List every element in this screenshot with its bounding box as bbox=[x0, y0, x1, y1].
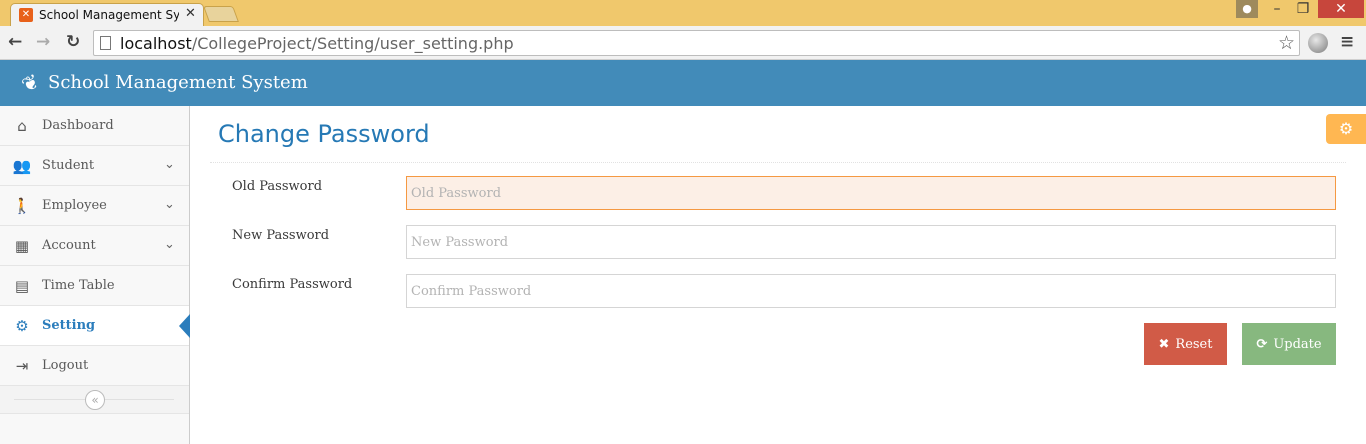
sidebar-item-label: Account bbox=[42, 238, 96, 253]
reset-button-label: Reset bbox=[1175, 336, 1213, 352]
new-password-input[interactable] bbox=[406, 225, 1336, 259]
chevron-down-icon: ⌄ bbox=[164, 157, 175, 172]
sidebar-item-label: Setting bbox=[42, 318, 96, 333]
url-text[interactable]: localhost/CollegeProject/Setting/user_se… bbox=[120, 34, 514, 53]
title-divider bbox=[210, 162, 1346, 163]
chevron-down-icon: ⌄ bbox=[164, 237, 175, 252]
gear-icon: ⚙ bbox=[15, 317, 29, 335]
reset-button[interactable]: ✖ Reset bbox=[1144, 323, 1227, 365]
home-icon: ⌂ bbox=[17, 117, 27, 135]
page-icon bbox=[100, 36, 111, 50]
new-tab-button[interactable] bbox=[203, 6, 239, 22]
sidebar-item-label: Employee bbox=[42, 198, 107, 213]
sidebar-item-label: Student bbox=[42, 158, 95, 173]
app-header: ❦ School Management System bbox=[0, 60, 1366, 106]
profile-icon[interactable]: ● bbox=[1236, 0, 1258, 18]
settings-gear-button[interactable]: ⚙ bbox=[1326, 114, 1366, 144]
confirm-password-label: Confirm Password bbox=[232, 277, 353, 292]
extension-globe-icon[interactable] bbox=[1308, 33, 1328, 53]
sidebar-collapse-row: « bbox=[0, 386, 189, 414]
leaf-icon: ❦ bbox=[17, 68, 44, 98]
back-arrow-icon[interactable]: ← bbox=[8, 32, 22, 52]
browser-tab[interactable]: ✕ School Management System ✕ bbox=[10, 3, 204, 26]
minimize-button[interactable]: – bbox=[1264, 0, 1290, 18]
address-bar[interactable]: localhost/CollegeProject/Setting/user_se… bbox=[93, 30, 1300, 56]
tab-close-icon[interactable]: ✕ bbox=[185, 6, 196, 22]
update-button-label: Update bbox=[1273, 336, 1322, 352]
active-indicator bbox=[179, 314, 190, 338]
reload-icon[interactable]: ↻ bbox=[66, 32, 80, 52]
forward-arrow-icon[interactable]: → bbox=[36, 32, 50, 52]
page-title: Change Password bbox=[218, 120, 430, 148]
bookmark-star-icon[interactable]: ☆ bbox=[1278, 32, 1295, 54]
url-host: localhost bbox=[120, 34, 192, 53]
sidebar-item-setting[interactable]: ⚙ Setting bbox=[0, 306, 190, 346]
person-icon: 🚶 bbox=[12, 197, 32, 215]
sidebar-item-label: Time Table bbox=[42, 278, 115, 293]
confirm-password-input[interactable] bbox=[406, 274, 1336, 308]
update-button[interactable]: ⟳ Update bbox=[1242, 323, 1336, 365]
maximize-button[interactable]: ❐ bbox=[1290, 0, 1316, 18]
logout-icon: ⇥ bbox=[15, 357, 29, 375]
browser-toolbar: ← → ↻ localhost/CollegeProject/Setting/u… bbox=[0, 26, 1366, 60]
calculator-icon: ▦ bbox=[14, 237, 30, 255]
browser-menu-icon[interactable]: ≡ bbox=[1340, 32, 1354, 52]
sidebar-item-dashboard[interactable]: ⌂ Dashboard bbox=[0, 106, 189, 146]
sidebar-item-label: Dashboard bbox=[42, 118, 114, 133]
refresh-icon: ⟳ bbox=[1256, 336, 1268, 352]
sidebar-item-employee[interactable]: 🚶 Employee ⌄ bbox=[0, 186, 189, 226]
window-close-button[interactable]: ✕ bbox=[1318, 0, 1364, 18]
collapse-double-chevron-icon[interactable]: « bbox=[85, 390, 105, 410]
close-icon: ✖ bbox=[1158, 336, 1170, 352]
sidebar-item-account[interactable]: ▦ Account ⌄ bbox=[0, 226, 189, 266]
users-icon: 👥 bbox=[12, 157, 32, 175]
old-password-input[interactable] bbox=[406, 176, 1336, 210]
sidebar-item-student[interactable]: 👥 Student ⌄ bbox=[0, 146, 189, 186]
sidebar: ⌂ Dashboard 👥 Student ⌄ 🚶 Employee ⌄ ▦ A… bbox=[0, 106, 190, 444]
new-password-label: New Password bbox=[232, 228, 330, 243]
xampp-favicon-icon: ✕ bbox=[19, 8, 33, 22]
app-title[interactable]: School Management System bbox=[48, 72, 308, 94]
sidebar-item-logout[interactable]: ⇥ Logout bbox=[0, 346, 189, 386]
sidebar-item-time-table[interactable]: ▤ Time Table bbox=[0, 266, 189, 306]
browser-tabstrip: ✕ School Management System ✕ ● – ❐ ✕ bbox=[0, 0, 1366, 26]
sidebar-item-label: Logout bbox=[42, 358, 89, 373]
chevron-down-icon: ⌄ bbox=[164, 197, 175, 212]
tab-title: School Management System bbox=[39, 8, 179, 22]
url-path: /CollegeProject/Setting/user_setting.php bbox=[191, 34, 514, 53]
calendar-icon: ▤ bbox=[14, 277, 30, 295]
old-password-label: Old Password bbox=[232, 179, 323, 194]
